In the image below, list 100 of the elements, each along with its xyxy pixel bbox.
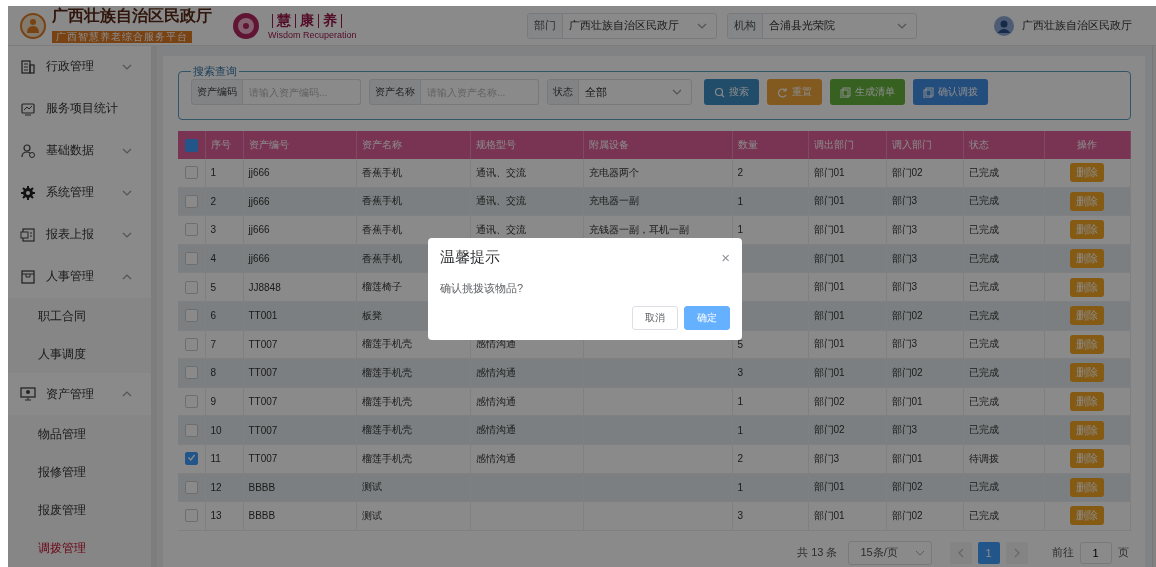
table-cell: 已完成: [963, 215, 1044, 245]
delete-button[interactable]: 删除: [1070, 249, 1104, 269]
row-checkbox[interactable]: [184, 309, 198, 323]
row-checkbox[interactable]: [184, 509, 198, 523]
table-cell: 部门01: [886, 444, 963, 474]
sidebar-subitem[interactable]: 职工合同: [8, 297, 151, 336]
delete-button[interactable]: 删除: [1070, 220, 1104, 240]
delete-button[interactable]: 删除: [1070, 363, 1104, 383]
table-cell: TT007: [243, 415, 356, 445]
filter-select[interactable]: 部门 广西壮族自治区民政厅: [526, 12, 717, 39]
column-header: 附属设备: [583, 131, 732, 159]
check-icon: [186, 453, 196, 463]
table-cell: 感情沟通: [470, 358, 583, 388]
table-cell: 部门02: [808, 415, 886, 445]
table-cell: 部门01: [808, 501, 886, 531]
table-cell: 部门3: [808, 444, 886, 474]
row-checkbox[interactable]: [184, 166, 198, 180]
row-checkbox[interactable]: [184, 337, 198, 351]
delete-button[interactable]: 删除: [1070, 506, 1104, 526]
org-subtitle: 广西智慧养老综合服务平台: [52, 31, 192, 43]
table-cell: 部门02: [886, 301, 963, 331]
delete-button[interactable]: 删除: [1070, 277, 1104, 297]
field-label: 资产编码: [191, 79, 243, 105]
sidebar-subitem[interactable]: 调拨管理: [8, 529, 151, 567]
row-checkbox[interactable]: [184, 280, 198, 294]
sidebar-item[interactable]: 资产管理: [8, 373, 151, 416]
prev-page-button[interactable]: [949, 541, 972, 564]
delete-button[interactable]: 删除: [1070, 392, 1104, 412]
row-checkbox[interactable]: [184, 252, 198, 266]
table-cell: 部门01: [808, 301, 886, 331]
confirm-button[interactable]: 确定: [684, 306, 730, 330]
delete-button[interactable]: 删除: [1070, 334, 1104, 354]
sidebar-item[interactable]: 报表上报: [8, 213, 151, 256]
delete-button[interactable]: 删除: [1070, 306, 1104, 326]
table-cell: 部门01: [808, 358, 886, 388]
next-page-button[interactable]: [1005, 541, 1028, 564]
sidebar-item[interactable]: 服务项目统计: [8, 87, 151, 130]
table-cell: 已完成: [963, 330, 1044, 359]
table-cell: 已完成: [963, 501, 1044, 531]
sidebar-item[interactable]: 基础数据: [8, 129, 151, 172]
sidebar-item[interactable]: 行政管理: [8, 46, 151, 88]
column-header: 状态: [963, 131, 1044, 159]
filter-select[interactable]: 机构 合浦县光荣院: [726, 12, 917, 39]
chart-icon: [20, 100, 36, 117]
table-cell: 部门01: [808, 187, 886, 216]
action-button[interactable]: 重置: [767, 79, 822, 105]
row-checkbox[interactable]: [184, 423, 198, 437]
sidebar-item[interactable]: 系统管理: [8, 171, 151, 214]
table-cell: 11: [205, 444, 243, 474]
table-cell: 已完成: [963, 301, 1044, 331]
table-cell: 部门02: [886, 473, 963, 502]
delete-button[interactable]: 删除: [1070, 449, 1104, 469]
sidebar-subitem[interactable]: 物品管理: [8, 415, 151, 454]
cancel-button[interactable]: 取消: [632, 306, 678, 330]
delete-button[interactable]: 删除: [1070, 477, 1104, 497]
table-cell: 榴莲手机壳: [356, 387, 470, 416]
sidebar-subitem[interactable]: 人事调度: [8, 335, 151, 374]
table-cell: TT007: [243, 358, 356, 388]
sidebar-subitem[interactable]: 报修管理: [8, 453, 151, 492]
row-checkbox[interactable]: [184, 366, 198, 380]
delete-button[interactable]: 删除: [1070, 420, 1104, 440]
column-header: 操作: [1044, 131, 1130, 159]
table-cell: 榴莲手机壳: [356, 444, 470, 474]
action-button[interactable]: 确认调拨: [913, 79, 988, 105]
table-cell: 感情沟通: [470, 415, 583, 445]
sidebar-item[interactable]: 人事管理: [8, 255, 151, 298]
chevron-left-icon: [956, 547, 965, 558]
sidebar-subitem[interactable]: 报废管理: [8, 491, 151, 530]
close-button[interactable]: ×: [721, 249, 730, 266]
user-name[interactable]: 广西壮族自治区民政厅: [1022, 18, 1132, 33]
brand-character: 康: [300, 11, 314, 30]
table-cell: 充电器两个: [583, 159, 732, 188]
table-cell: 通讯、交流: [470, 187, 583, 216]
table-cell: 部门3: [886, 187, 963, 216]
row-checkbox[interactable]: [184, 395, 198, 409]
row-checkbox[interactable]: [184, 223, 198, 237]
table-cell: BBBB: [243, 501, 356, 531]
table-cell: 榴莲手机壳: [356, 415, 470, 445]
table-cell: 1: [732, 473, 808, 502]
row-checkbox[interactable]: [184, 480, 198, 494]
row-checkbox[interactable]: [184, 452, 198, 466]
table-cell: 部门01: [808, 244, 886, 273]
select-all-checkbox[interactable]: [184, 138, 198, 152]
brand-character: 养: [323, 11, 337, 30]
table-cell: 部门01: [886, 387, 963, 416]
delete-button[interactable]: 删除: [1070, 163, 1104, 183]
page-size-select[interactable]: 15条/页: [847, 540, 932, 565]
action-button[interactable]: 生成清单: [830, 79, 905, 105]
table-cell: 已完成: [963, 358, 1044, 388]
delete-button[interactable]: 删除: [1070, 191, 1104, 211]
page-button[interactable]: 1: [977, 541, 1000, 564]
org-title: 广西壮族自治区民政厅: [52, 7, 212, 25]
table-cell: TT007: [243, 387, 356, 416]
table-cell: BBBB: [243, 473, 356, 502]
page-input[interactable]: 1: [1079, 541, 1112, 564]
status-select[interactable]: 状态 全部: [547, 79, 692, 105]
row-checkbox[interactable]: [184, 194, 198, 208]
page-unit: 页: [1117, 545, 1129, 561]
action-button[interactable]: 搜索: [704, 79, 759, 105]
column-header: 资产名称: [356, 131, 470, 159]
